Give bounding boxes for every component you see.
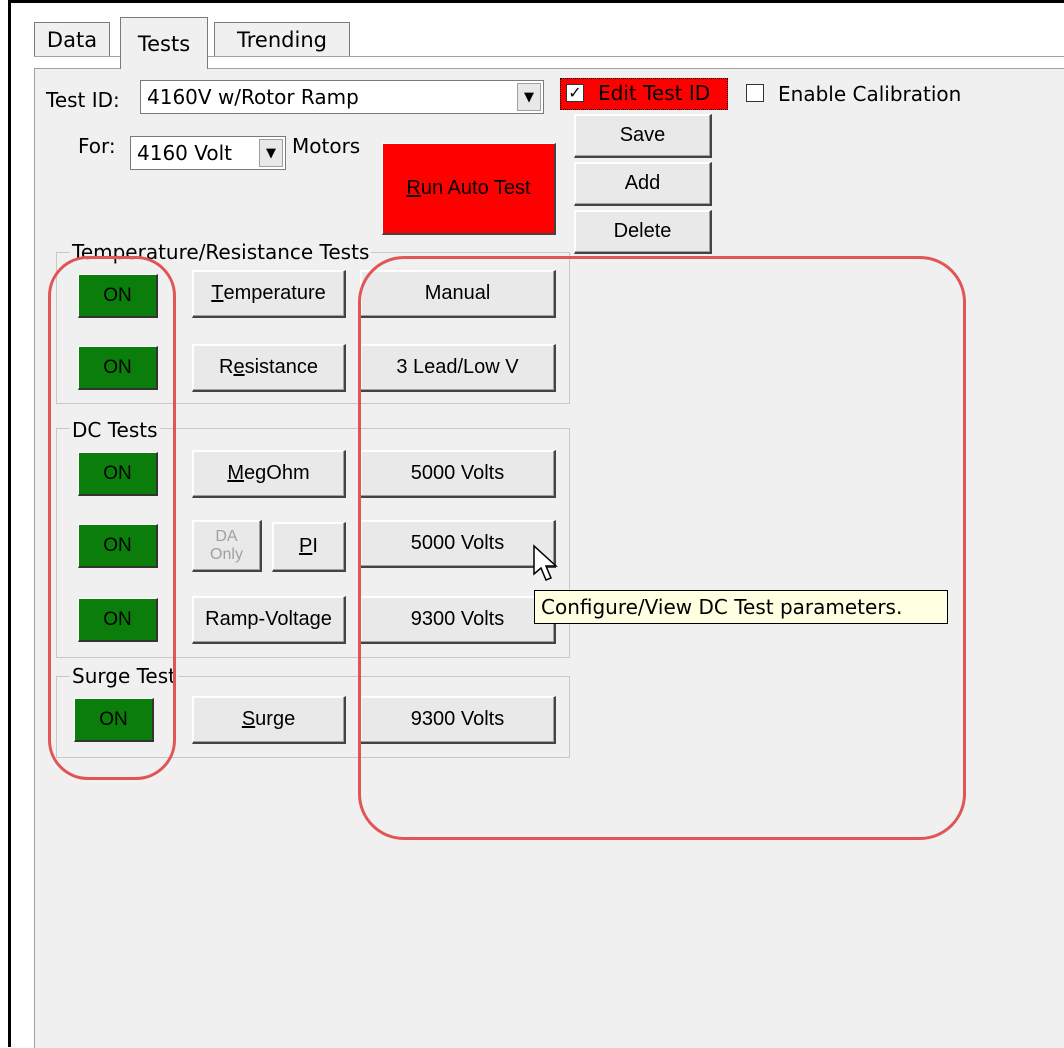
- edit-test-id-label[interactable]: Edit Test ID: [598, 81, 710, 105]
- megohm-label: egOhm: [244, 462, 310, 484]
- pi-accel: P: [299, 535, 313, 557]
- delete-button[interactable]: Delete: [574, 210, 712, 254]
- megohm-button[interactable]: MegOhm: [192, 450, 346, 498]
- motors-label: Motors: [292, 134, 361, 158]
- temperature-accel: T: [211, 282, 224, 304]
- dc-test-tooltip: Configure/View DC Test parameters.: [534, 590, 948, 624]
- ramp-voltage-button[interactable]: Ramp-Voltage: [192, 596, 346, 644]
- for-voltage-value: 4160 Volt: [137, 141, 233, 165]
- for-label: For:: [78, 134, 116, 158]
- da-only-line2: Only: [210, 545, 243, 563]
- run-auto-test-accel: R: [406, 177, 421, 199]
- resistance-prefix: R: [219, 356, 234, 378]
- pi-button[interactable]: PI: [272, 522, 346, 572]
- config-column-highlight: [358, 256, 966, 840]
- for-voltage-select[interactable]: 4160 Volt ▼: [130, 136, 286, 170]
- test-id-select[interactable]: 4160V w/Rotor Ramp ▼: [140, 80, 544, 114]
- edit-test-id-checkbox[interactable]: ✓: [566, 84, 584, 102]
- save-button[interactable]: Save: [574, 114, 712, 158]
- da-only-line1: DA: [215, 527, 238, 545]
- chevron-down-icon[interactable]: ▼: [517, 83, 541, 111]
- run-auto-test-button[interactable]: Run Auto Test: [382, 143, 556, 235]
- surge-label: urge: [255, 708, 296, 730]
- add-button[interactable]: Add: [574, 162, 712, 206]
- status-column-highlight: [48, 256, 176, 780]
- window-top-border: [8, 0, 1064, 3]
- resistance-label: sistance: [244, 356, 318, 378]
- tab-data[interactable]: Data: [34, 22, 110, 56]
- chevron-down-icon[interactable]: ▼: [259, 139, 283, 167]
- test-id-label: Test ID:: [46, 88, 120, 112]
- resistance-button[interactable]: Re sistance: [192, 344, 346, 392]
- resistance-accel: e: [233, 356, 245, 378]
- temperature-label: emperature: [223, 282, 326, 304]
- test-id-value: 4160V w/Rotor Ramp: [147, 85, 359, 109]
- surge-accel: S: [241, 708, 256, 730]
- temperature-button[interactable]: Temperature: [192, 270, 346, 318]
- run-auto-test-label: un Auto Test: [420, 177, 531, 199]
- pi-label: I: [312, 535, 318, 557]
- megohm-accel: M: [227, 462, 245, 484]
- da-only-button: DA Only: [192, 520, 262, 572]
- enable-calibration-label[interactable]: Enable Calibration: [778, 82, 961, 106]
- window-left-border: [8, 0, 11, 1047]
- enable-calibration-checkbox[interactable]: [746, 84, 764, 102]
- tab-tests[interactable]: Tests: [120, 17, 208, 69]
- surge-button[interactable]: Surge: [192, 696, 346, 744]
- tab-trending[interactable]: Trending: [214, 22, 350, 56]
- mouse-cursor-icon: [530, 544, 564, 584]
